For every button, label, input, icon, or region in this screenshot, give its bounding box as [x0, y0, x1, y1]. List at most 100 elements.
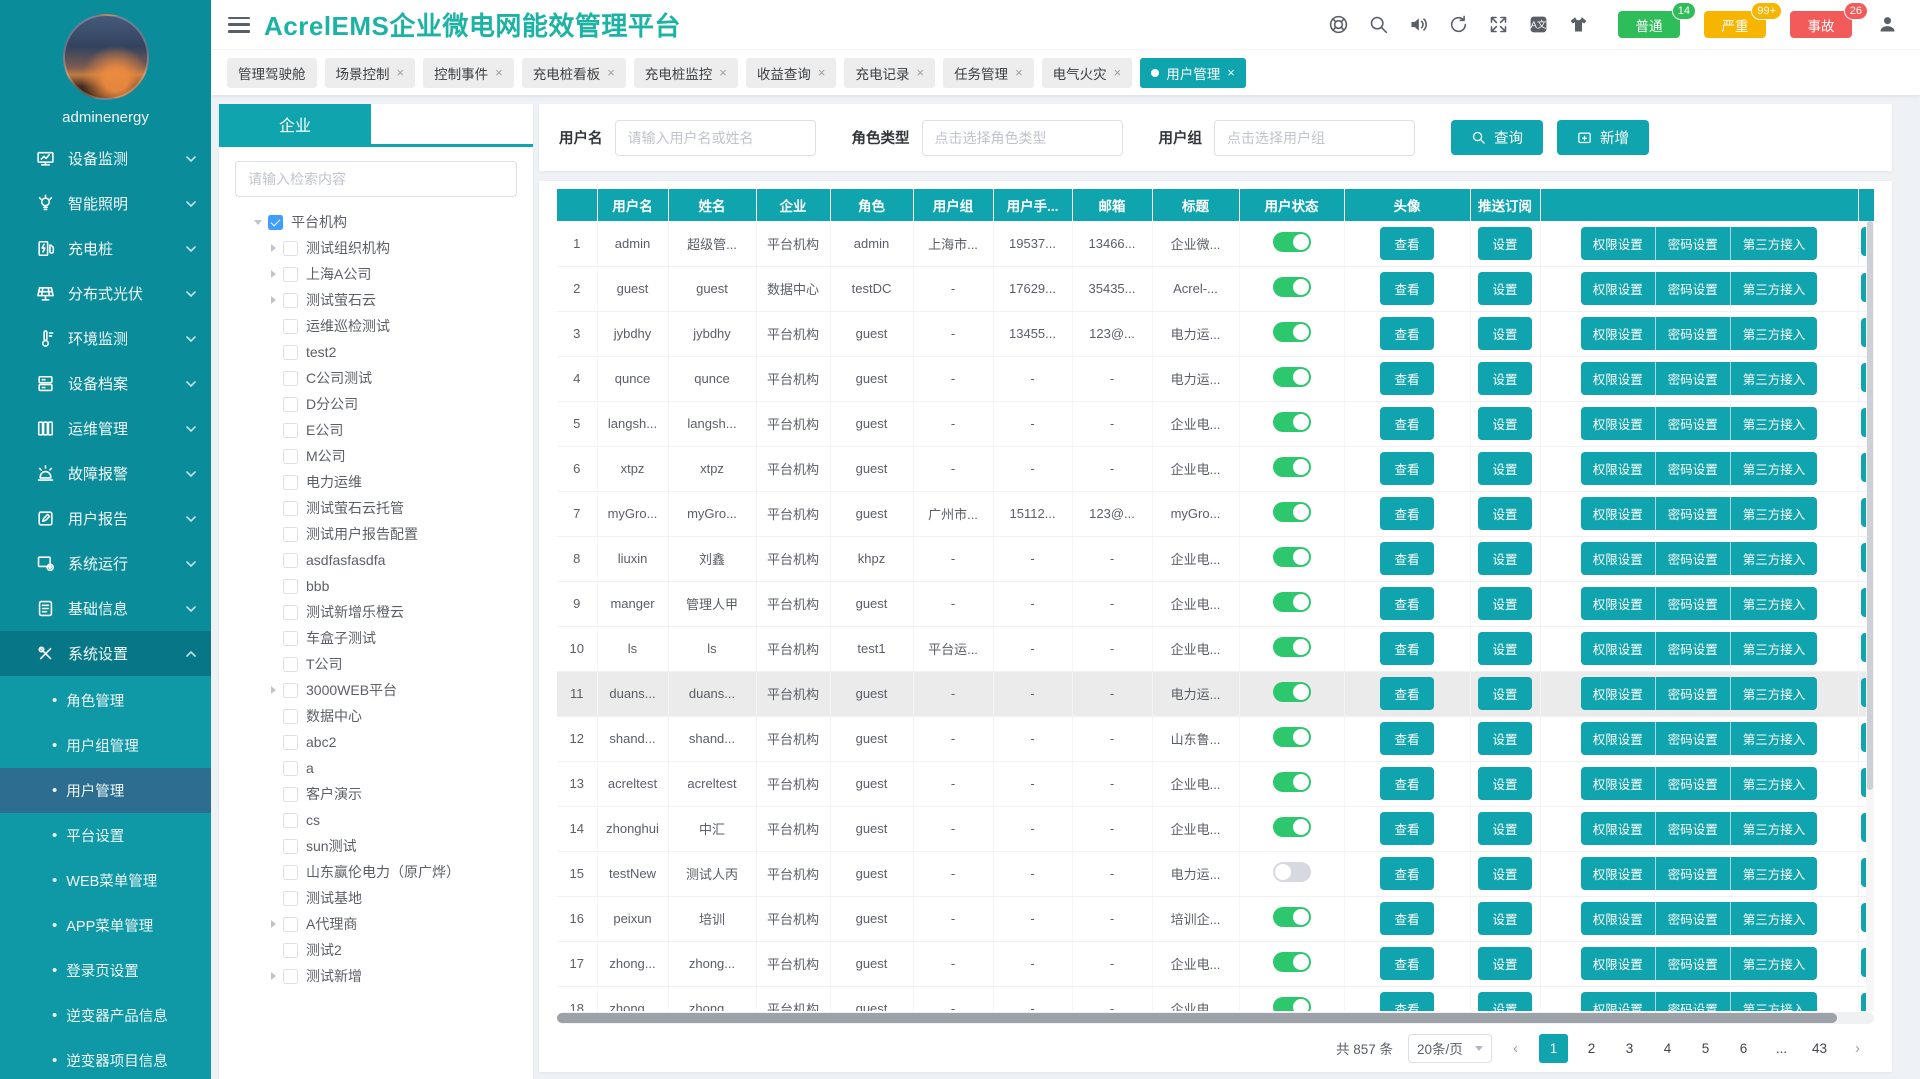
tree-node-4[interactable]: test2 — [219, 339, 533, 365]
tab-close-icon[interactable]: × — [916, 65, 924, 80]
tree-checkbox[interactable] — [268, 215, 283, 230]
status-toggle[interactable] — [1273, 772, 1311, 792]
tab-close-icon[interactable]: × — [397, 65, 405, 80]
tree-checkbox[interactable] — [283, 319, 298, 334]
tab-enterprise[interactable]: 企业 — [219, 104, 371, 144]
tree-node-27[interactable]: 测试2 — [219, 937, 533, 963]
tree-node-8[interactable]: M公司 — [219, 443, 533, 469]
tab-1[interactable]: 场景控制 × — [325, 58, 416, 88]
action-button-0[interactable]: 权限设置 — [1581, 632, 1656, 665]
action-button-2[interactable]: 第三方接入 — [1731, 227, 1818, 260]
view-avatar-button[interactable]: 查看 — [1380, 857, 1433, 890]
sidebar-subitem-3[interactable]: • 平台设置 — [0, 813, 211, 858]
status-toggle[interactable] — [1273, 727, 1311, 747]
username-filter-input[interactable] — [615, 120, 816, 156]
tree-checkbox[interactable] — [283, 683, 298, 698]
status-toggle[interactable] — [1273, 412, 1311, 432]
caret-collapsed-icon[interactable] — [266, 270, 280, 278]
tree-node-7[interactable]: E公司 — [219, 417, 533, 443]
horizontal-scrollbar-thumb[interactable] — [557, 1013, 1837, 1023]
action-button-2[interactable]: 第三方接入 — [1731, 677, 1818, 710]
tree-node-1[interactable]: 上海A公司 — [219, 261, 533, 287]
caret-collapsed-icon[interactable] — [266, 920, 280, 928]
action-button-2[interactable]: 第三方接入 — [1731, 632, 1818, 665]
tree-checkbox[interactable] — [283, 241, 298, 256]
page-button-1[interactable]: 1 — [1539, 1034, 1568, 1063]
action-button-2[interactable]: 第三方接入 — [1731, 767, 1818, 800]
caret-collapsed-icon[interactable] — [266, 972, 280, 980]
status-toggle[interactable] — [1273, 232, 1311, 252]
tree-node-2[interactable]: 测试萤石云 — [219, 287, 533, 313]
tree-checkbox[interactable] — [283, 969, 298, 984]
sidebar-item-2[interactable]: 充电桩 — [0, 226, 211, 271]
tab-4[interactable]: 充电桩监控 × — [634, 58, 738, 88]
add-button[interactable]: 新增 — [1557, 120, 1649, 155]
action-button-1[interactable]: 密码设置 — [1656, 812, 1731, 845]
action-button-2[interactable]: 第三方接入 — [1731, 317, 1818, 350]
tab-close-icon[interactable]: × — [719, 65, 727, 80]
tree-node-10[interactable]: 测试萤石云托管 — [219, 495, 533, 521]
page-button-...[interactable]: ... — [1767, 1034, 1796, 1063]
tab-3[interactable]: 充电桩看板 × — [522, 58, 626, 88]
status-toggle[interactable] — [1273, 547, 1311, 567]
tree-checkbox[interactable] — [283, 345, 298, 360]
action-button-2[interactable]: 第三方接入 — [1731, 407, 1818, 440]
action-button-0[interactable]: 权限设置 — [1581, 452, 1656, 485]
view-avatar-button[interactable]: 查看 — [1380, 992, 1433, 1011]
action-button-0[interactable]: 权限设置 — [1581, 812, 1656, 845]
push-setting-button[interactable]: 设置 — [1478, 857, 1531, 890]
view-avatar-button[interactable]: 查看 — [1380, 587, 1433, 620]
action-button-0[interactable]: 权限设置 — [1581, 317, 1656, 350]
view-avatar-button[interactable]: 查看 — [1380, 272, 1433, 305]
action-button-1[interactable]: 密码设置 — [1656, 902, 1731, 935]
status-toggle[interactable] — [1273, 502, 1311, 522]
action-button-2[interactable]: 第三方接入 — [1731, 902, 1818, 935]
push-setting-button[interactable]: 设置 — [1478, 407, 1531, 440]
action-button-1[interactable]: 密码设置 — [1656, 767, 1731, 800]
sidebar-item-11[interactable]: 系统设置 — [0, 631, 211, 676]
tree-node-14[interactable]: 测试新增乐橙云 — [219, 599, 533, 625]
push-setting-button[interactable]: 设置 — [1478, 227, 1531, 260]
next-page-button[interactable]: › — [1843, 1034, 1872, 1063]
tab-5[interactable]: 收益查询 × — [746, 58, 837, 88]
action-button-2[interactable]: 第三方接入 — [1731, 812, 1818, 845]
view-avatar-button[interactable]: 查看 — [1380, 902, 1433, 935]
push-setting-button[interactable]: 设置 — [1478, 992, 1531, 1011]
page-button-5[interactable]: 5 — [1691, 1034, 1720, 1063]
tree-checkbox[interactable] — [283, 813, 298, 828]
view-avatar-button[interactable]: 查看 — [1380, 632, 1433, 665]
action-button-1[interactable]: 密码设置 — [1656, 542, 1731, 575]
action-button-0[interactable]: 权限设置 — [1581, 767, 1656, 800]
status-toggle[interactable] — [1273, 952, 1311, 972]
action-button-0[interactable]: 权限设置 — [1581, 587, 1656, 620]
action-button-0[interactable]: 权限设置 — [1581, 542, 1656, 575]
status-toggle[interactable] — [1273, 277, 1311, 297]
tree-node-9[interactable]: 电力运维 — [219, 469, 533, 495]
push-setting-button[interactable]: 设置 — [1478, 902, 1531, 935]
tree-checkbox[interactable] — [283, 787, 298, 802]
tree-checkbox[interactable] — [283, 527, 298, 542]
push-setting-button[interactable]: 设置 — [1478, 542, 1531, 575]
tree-checkbox[interactable] — [283, 397, 298, 412]
tab-9[interactable]: 用户管理 × — [1140, 58, 1246, 88]
tree-node-25[interactable]: 测试基地 — [219, 885, 533, 911]
action-button-2[interactable]: 第三方接入 — [1731, 947, 1818, 980]
status-toggle[interactable] — [1273, 322, 1311, 342]
role-filter-input[interactable] — [922, 120, 1123, 156]
tree-node-26[interactable]: A代理商 — [219, 911, 533, 937]
push-setting-button[interactable]: 设置 — [1478, 587, 1531, 620]
user-icon[interactable] — [1877, 14, 1898, 35]
action-button-1[interactable]: 密码设置 — [1656, 227, 1731, 260]
fullscreen-icon[interactable] — [1488, 14, 1509, 35]
page-button-4[interactable]: 4 — [1653, 1034, 1682, 1063]
caret-collapsed-icon[interactable] — [266, 296, 280, 304]
push-setting-button[interactable]: 设置 — [1478, 362, 1531, 395]
action-button-1[interactable]: 密码设置 — [1656, 407, 1731, 440]
menu-collapse-icon[interactable] — [228, 17, 250, 33]
action-button-0[interactable]: 权限设置 — [1581, 227, 1656, 260]
push-setting-button[interactable]: 设置 — [1478, 677, 1531, 710]
tab-8[interactable]: 电气火灾 × — [1042, 58, 1133, 88]
alarm-button-1[interactable]: 严重 99+ — [1704, 11, 1766, 38]
view-avatar-button[interactable]: 查看 — [1380, 722, 1433, 755]
caret-expanded-icon[interactable] — [251, 220, 265, 225]
